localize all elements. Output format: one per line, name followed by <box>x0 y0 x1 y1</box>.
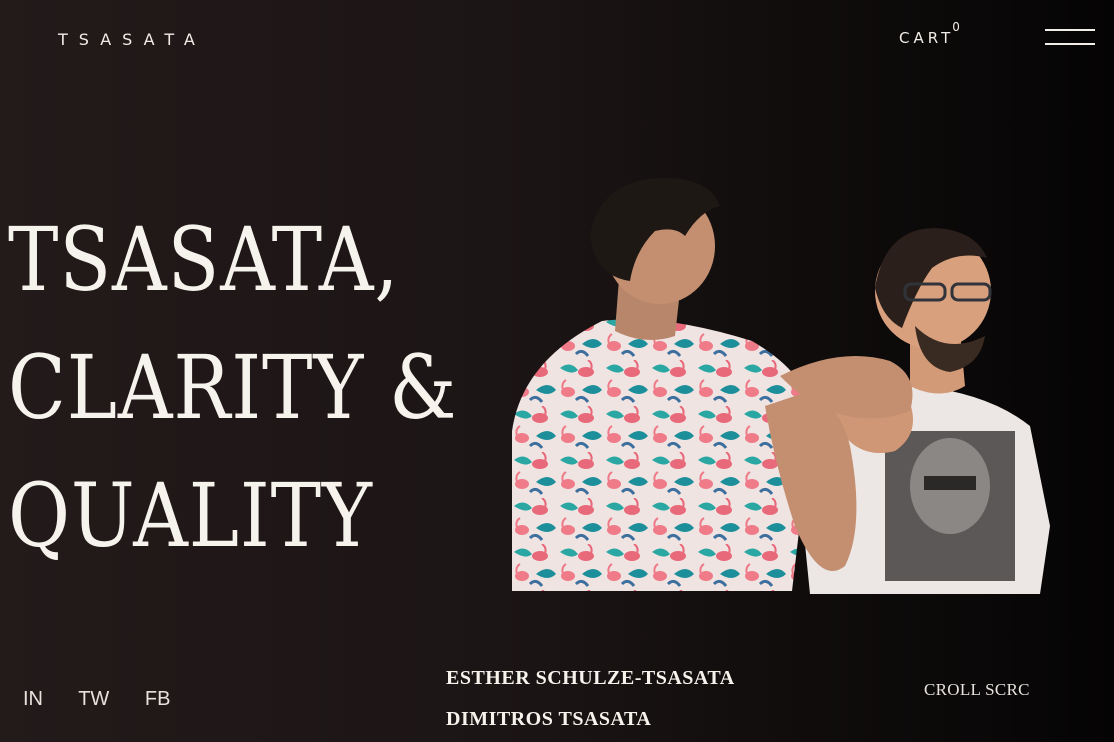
cart-link[interactable]: CART0 <box>899 20 960 47</box>
cart-count: 0 <box>952 20 960 34</box>
founder-name-2: DIMITROS TSASATA <box>446 708 652 730</box>
social-link-facebook[interactable]: FB <box>145 688 171 710</box>
founder-name-1: ESTHER SCHULZE-TSASATA <box>446 667 735 689</box>
hamburger-menu-icon[interactable] <box>1045 29 1095 47</box>
founders-names: ESTHER SCHULZE-TSASATA DIMITROS TSASATA <box>446 658 735 740</box>
hero-title-line-2: CLARITY & <box>8 336 458 439</box>
hero-title-line-3: QUALITY <box>8 464 373 567</box>
menu-bar-top <box>1045 29 1095 31</box>
hero-title-line-1: TSASATA, <box>8 208 400 311</box>
hero-title: TSASATA, CLARITY & QUALITY <box>8 196 457 580</box>
scroll-indicator[interactable]: CROLL SCRC <box>924 680 1030 700</box>
menu-bar-bottom <box>1045 43 1095 45</box>
cart-label: CART <box>899 29 955 47</box>
two-founders-photo <box>512 177 1050 594</box>
social-link-twitter[interactable]: TW <box>78 688 109 710</box>
brand-logo[interactable]: TSASATA <box>58 30 206 49</box>
social-link-instagram[interactable]: IN <box>23 688 43 710</box>
social-links: IN TW FB <box>23 688 200 711</box>
